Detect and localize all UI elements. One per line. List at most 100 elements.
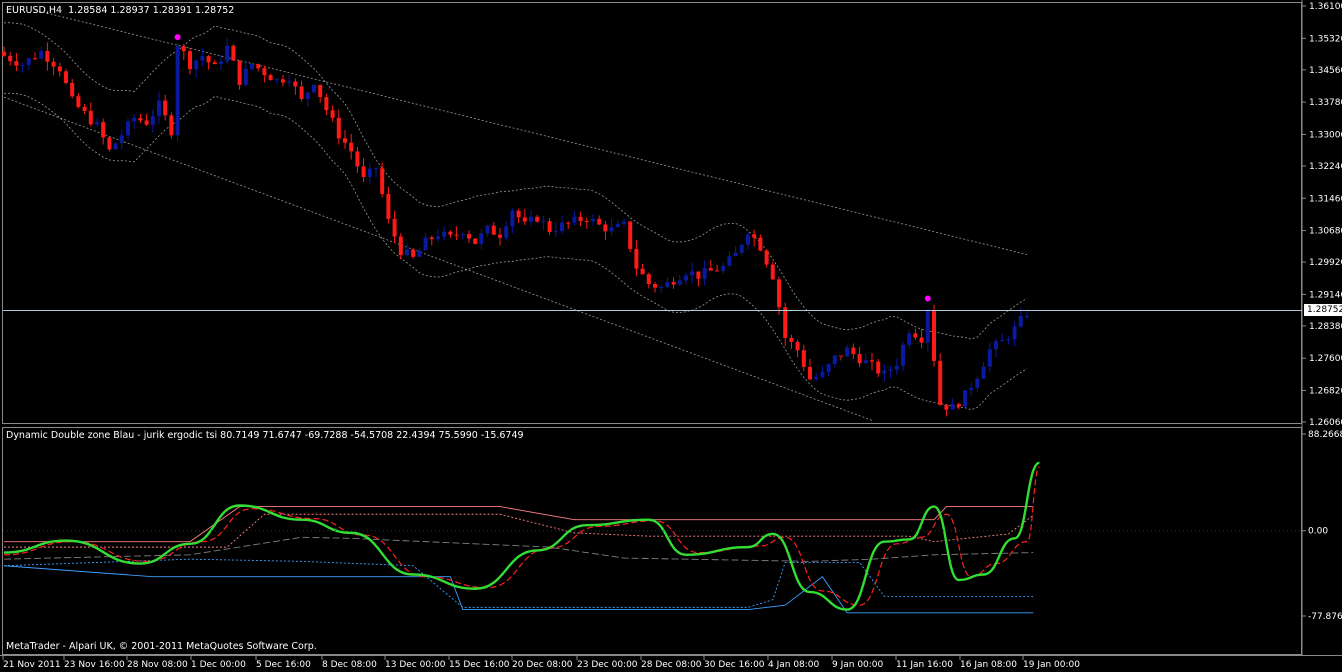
candle-body bbox=[1018, 316, 1023, 327]
candle-body bbox=[206, 56, 211, 63]
candle-body bbox=[597, 218, 602, 225]
price-tick-label: 1.34560 bbox=[1309, 66, 1342, 76]
candle-body bbox=[367, 168, 372, 178]
candle-body bbox=[374, 168, 378, 170]
time-axis-ticks: 21 Nov 2011 23 Nov 16:00 28 Nov 08:00 1 Dec… bbox=[2, 655, 1080, 670]
signal-dots bbox=[174, 34, 931, 302]
candle-body bbox=[132, 117, 137, 122]
price-tick-label: 1.33000 bbox=[1309, 130, 1342, 140]
time-tick-label: 13 Dec 00:00 bbox=[385, 660, 446, 670]
candle-body bbox=[181, 46, 186, 52]
candle-body bbox=[591, 218, 595, 222]
candle-body bbox=[950, 404, 955, 410]
candle-body bbox=[436, 236, 440, 240]
candle-body bbox=[1006, 339, 1011, 341]
candle-body bbox=[622, 221, 626, 224]
candle-body bbox=[8, 55, 13, 62]
time-tick-label: 30 Dec 16:00 bbox=[704, 660, 765, 670]
candle-body bbox=[262, 68, 267, 76]
candle-body bbox=[411, 249, 416, 257]
candle-body bbox=[392, 218, 397, 237]
price-tick-label: 1.26060 bbox=[1309, 418, 1342, 428]
symbol-name: EURUSD,H4 bbox=[6, 5, 63, 16]
candle-body bbox=[801, 350, 806, 367]
candle-body bbox=[721, 265, 726, 272]
candle-body bbox=[659, 287, 664, 289]
indicator-name: Dynamic Double zone Blau - jurik ergodic… bbox=[6, 430, 218, 441]
time-tick-label: 19 Jan 00:00 bbox=[1023, 660, 1080, 670]
candle-body bbox=[405, 249, 409, 256]
indicator-tick-label: -77.8769 bbox=[1308, 612, 1342, 622]
candle-body bbox=[51, 61, 56, 67]
candle-body bbox=[157, 100, 161, 117]
price-tick-label: 1.33780 bbox=[1309, 98, 1342, 108]
indicator-values: 80.7149 71.6747 -69.7288 -54.5708 22.439… bbox=[220, 430, 524, 441]
candle-body bbox=[82, 107, 87, 111]
candle-body bbox=[312, 84, 316, 93]
candle-body bbox=[163, 100, 168, 116]
candle-body bbox=[956, 404, 961, 407]
candle-body bbox=[789, 337, 794, 342]
candle-body bbox=[727, 256, 732, 266]
candle-body bbox=[907, 333, 912, 345]
candle-body bbox=[268, 75, 273, 81]
candle-body bbox=[516, 210, 521, 218]
candle-body bbox=[584, 221, 589, 223]
indicator-tick-label: 88.2668 bbox=[1308, 430, 1342, 440]
candle-body bbox=[336, 117, 341, 139]
candle-body bbox=[113, 143, 118, 150]
candle-body bbox=[715, 270, 719, 272]
candle-body bbox=[839, 355, 843, 357]
candle-body bbox=[888, 369, 893, 371]
time-tick-label: 23 Dec 00:00 bbox=[577, 660, 638, 670]
candle-body bbox=[535, 216, 540, 222]
candle-body bbox=[479, 233, 484, 244]
candle-body bbox=[175, 46, 180, 136]
candle-body bbox=[305, 92, 310, 100]
time-tick-label: 20 Dec 08:00 bbox=[512, 660, 573, 670]
candle-body bbox=[963, 390, 967, 407]
current-price-label: 1.28752 bbox=[1304, 304, 1342, 317]
candle-body bbox=[783, 307, 788, 338]
candle-body bbox=[101, 122, 106, 138]
candle-body bbox=[188, 51, 192, 70]
candle-body bbox=[708, 268, 713, 271]
candle-body bbox=[39, 50, 44, 59]
candle-body bbox=[330, 110, 335, 118]
candle-body bbox=[634, 248, 639, 269]
candle-body bbox=[919, 337, 924, 343]
candle-body bbox=[200, 56, 205, 61]
candle-body bbox=[14, 61, 19, 66]
indicator-tick-label: 0.00 bbox=[1308, 527, 1328, 537]
candle-body bbox=[677, 280, 682, 285]
price-tick-label: 1.30680 bbox=[1309, 227, 1342, 237]
time-tick-label: 15 Dec 16:00 bbox=[449, 660, 510, 670]
candle-body bbox=[646, 274, 651, 284]
candle-body bbox=[876, 361, 881, 374]
candle-body bbox=[57, 66, 62, 72]
signal-dot bbox=[924, 295, 931, 302]
candle-body bbox=[814, 376, 819, 380]
tsi-line bbox=[3, 461, 1040, 611]
candle-body bbox=[522, 217, 527, 222]
time-tick-label: 9 Jan 00:00 bbox=[832, 660, 884, 670]
price-channel-bands bbox=[3, 9, 1028, 421]
candle-body bbox=[578, 216, 583, 222]
candle-body bbox=[764, 250, 769, 265]
candle-body bbox=[777, 279, 781, 308]
chart-canvas[interactable]: 1.36100 1.35320 1.34560 1.33780 1.33000 1.322… bbox=[0, 0, 1342, 672]
candle-body bbox=[969, 387, 974, 391]
candle-body bbox=[473, 238, 478, 244]
candle-body bbox=[770, 264, 775, 280]
candlestick-series bbox=[2, 37, 1029, 417]
candle-body bbox=[808, 366, 812, 380]
candle-body bbox=[423, 237, 428, 251]
channel-band bbox=[3, 22, 1028, 340]
candle-body bbox=[417, 250, 422, 257]
candle-body bbox=[857, 354, 862, 364]
candle-body bbox=[758, 237, 763, 251]
candle-body bbox=[925, 311, 930, 343]
candle-body bbox=[119, 135, 124, 144]
candle-body bbox=[429, 237, 434, 240]
candle-body bbox=[832, 355, 837, 365]
